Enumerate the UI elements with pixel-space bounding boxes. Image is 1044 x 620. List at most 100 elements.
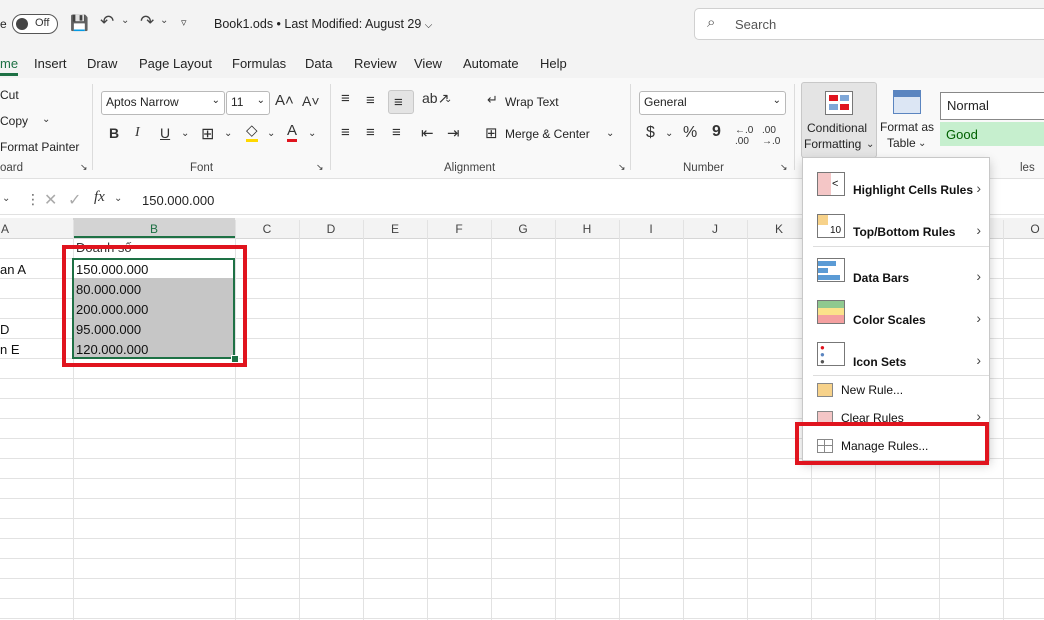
group-divider [92, 84, 93, 170]
borders-dropdown-icon[interactable]: ⌄ [224, 128, 232, 139]
cell-a2[interactable]: an A [0, 262, 26, 277]
menu-item-color-scales[interactable]: Color Scales › [803, 292, 989, 332]
merge-dropdown-icon[interactable]: ⌄ [606, 128, 614, 139]
dialog-launcher-icon[interactable]: ↘ [780, 162, 788, 173]
column-header-h[interactable]: H [555, 220, 619, 238]
name-box-dropdown-icon[interactable]: ⌄ [2, 193, 10, 204]
column-header-a[interactable]: A [0, 220, 10, 238]
currency-dropdown-icon[interactable]: ⌄ [665, 128, 673, 139]
font-color-dropdown-icon[interactable]: ⌄ [308, 128, 316, 139]
bold-button[interactable]: B [109, 125, 119, 141]
tab-view[interactable]: View [414, 56, 442, 71]
font-name-value: Aptos Narrow [106, 95, 179, 109]
comma-style-button[interactable]: 9 [712, 123, 721, 141]
align-center-icon[interactable]: ≡ [366, 124, 375, 141]
search-box[interactable]: ⌕ Search [694, 8, 1044, 40]
column-header-d[interactable]: D [299, 220, 363, 238]
column-header-i[interactable]: I [619, 220, 683, 238]
tab-page-layout[interactable]: Page Layout [139, 56, 212, 71]
column-header-j[interactable]: J [683, 220, 747, 238]
wrap-text-icon[interactable]: ↵ [487, 92, 498, 108]
middle-align-icon[interactable]: ≡ [366, 92, 375, 109]
number-format-select[interactable]: General ⌄ [639, 91, 786, 115]
merge-center-button[interactable]: Merge & Center [505, 127, 590, 141]
undo-icon[interactable]: ↶ [100, 12, 114, 32]
dialog-launcher-icon[interactable]: ↘ [618, 162, 626, 173]
merge-center-icon[interactable]: ⊞ [485, 124, 498, 142]
more-options-icon[interactable]: ⋮ [26, 191, 40, 208]
menu-item-data-bars[interactable]: Data Bars › [803, 250, 989, 290]
fill-color-dropdown-icon[interactable]: ⌄ [267, 128, 275, 139]
undo-dropdown-icon[interactable]: ⌄ [121, 15, 129, 26]
chevron-right-icon: › [976, 352, 981, 368]
font-name-select[interactable]: Aptos Narrow ⌄ [101, 91, 225, 115]
dialog-launcher-icon[interactable]: ↘ [80, 162, 88, 173]
format-as-table-label-1: Format as [880, 120, 935, 134]
column-header-c[interactable]: C [235, 220, 299, 238]
italic-button[interactable]: I [135, 125, 140, 141]
column-header-f[interactable]: F [427, 220, 491, 238]
copy-button[interactable]: Copy [0, 114, 28, 128]
document-title-text: Book1.ods • Last Modified: August 29 [214, 17, 422, 31]
fill-color-icon[interactable]: ◇ [246, 123, 258, 142]
top-align-icon[interactable]: ≡ [341, 90, 350, 107]
decrease-font-size-icon[interactable]: A˅ [302, 93, 320, 109]
redo-icon[interactable]: ↷ [140, 12, 154, 32]
format-as-table-button[interactable]: Format as Table ⌄ [878, 82, 936, 156]
decrease-indent-icon[interactable]: ⇤ [421, 124, 434, 142]
tab-draw[interactable]: Draw [87, 56, 117, 71]
tab-review[interactable]: Review [354, 56, 397, 71]
percent-button[interactable]: % [683, 124, 697, 142]
menu-item-top-bottom-rules[interactable]: 10 Top/Bottom Rules › [803, 206, 989, 246]
format-painter-button[interactable]: Format Painter [0, 140, 79, 154]
tab-formulas[interactable]: Formulas [232, 56, 286, 71]
formula-dropdown-icon[interactable]: ⌄ [114, 193, 122, 204]
column-header-b[interactable]: B [73, 220, 235, 238]
menu-item-new-rule[interactable]: New Rule... [803, 380, 989, 402]
cell-a6[interactable]: n E [0, 342, 20, 357]
tab-home[interactable]: me [0, 56, 19, 76]
align-right-icon[interactable]: ≡ [392, 124, 401, 141]
column-header-e[interactable]: E [363, 220, 427, 238]
tab-data[interactable]: Data [305, 56, 332, 71]
enter-icon[interactable]: ✓ [68, 190, 81, 210]
orientation-dropdown-icon[interactable]: ⌄ [444, 94, 452, 105]
bottom-align-button[interactable]: ≡ [388, 90, 414, 114]
cell-style-good[interactable]: Good [940, 122, 1044, 146]
cell-style-normal[interactable]: Normal [940, 92, 1044, 120]
underline-button[interactable]: U [160, 125, 170, 141]
copy-dropdown-icon[interactable]: ⌄ [42, 114, 50, 125]
cell-a5[interactable]: D [0, 322, 9, 337]
tab-help[interactable]: Help [540, 56, 567, 71]
font-color-icon[interactable]: A [287, 123, 298, 142]
autosave-toggle[interactable]: Off [12, 14, 58, 34]
new-rule-icon [817, 383, 833, 397]
cut-button[interactable]: Cut [0, 88, 19, 102]
dialog-launcher-icon[interactable]: ↘ [316, 162, 324, 173]
document-title[interactable]: Book1.ods • Last Modified: August 29 ⌵ [214, 17, 432, 31]
customize-toolbar-icon[interactable]: ▿ [181, 16, 187, 29]
increase-font-size-icon[interactable]: A˄ [275, 92, 294, 109]
save-icon[interactable]: 💾 [70, 14, 89, 32]
font-size-select[interactable]: 11 ⌄ [226, 91, 270, 115]
increase-decimal-icon[interactable]: ←.0.00 [735, 125, 753, 147]
column-header-o[interactable]: O [1003, 220, 1044, 238]
redo-dropdown-icon[interactable]: ⌄ [160, 15, 168, 26]
conditional-formatting-label-2: Formatting [804, 137, 862, 151]
menu-item-highlight-cells-rules[interactable]: < Highlight Cells Rules › [803, 164, 989, 204]
conditional-formatting-button[interactable]: Conditional Formatting ⌄ [801, 82, 877, 158]
column-header-g[interactable]: G [491, 220, 555, 238]
underline-dropdown-icon[interactable]: ⌄ [181, 128, 189, 139]
tab-automate[interactable]: Automate [463, 56, 519, 71]
borders-icon[interactable]: ⊞ [201, 124, 214, 144]
increase-indent-icon[interactable]: ⇥ [447, 124, 460, 142]
menu-item-icon-sets[interactable]: ● ● ● Icon Sets › [803, 334, 989, 374]
decrease-decimal-icon[interactable]: .00 →.0 [762, 125, 780, 147]
align-left-icon[interactable]: ≡ [341, 124, 350, 141]
currency-button[interactable]: $ [646, 124, 655, 142]
wrap-text-button[interactable]: Wrap Text [505, 95, 559, 109]
insert-function-icon[interactable]: fx [94, 189, 105, 206]
tab-insert[interactable]: Insert [34, 56, 67, 71]
cancel-icon[interactable]: ✕ [44, 190, 57, 210]
title-bar: e Off 💾 ↶ ⌄ ↷ ⌄ ▿ Book1.ods • Last Modif… [0, 0, 1044, 48]
